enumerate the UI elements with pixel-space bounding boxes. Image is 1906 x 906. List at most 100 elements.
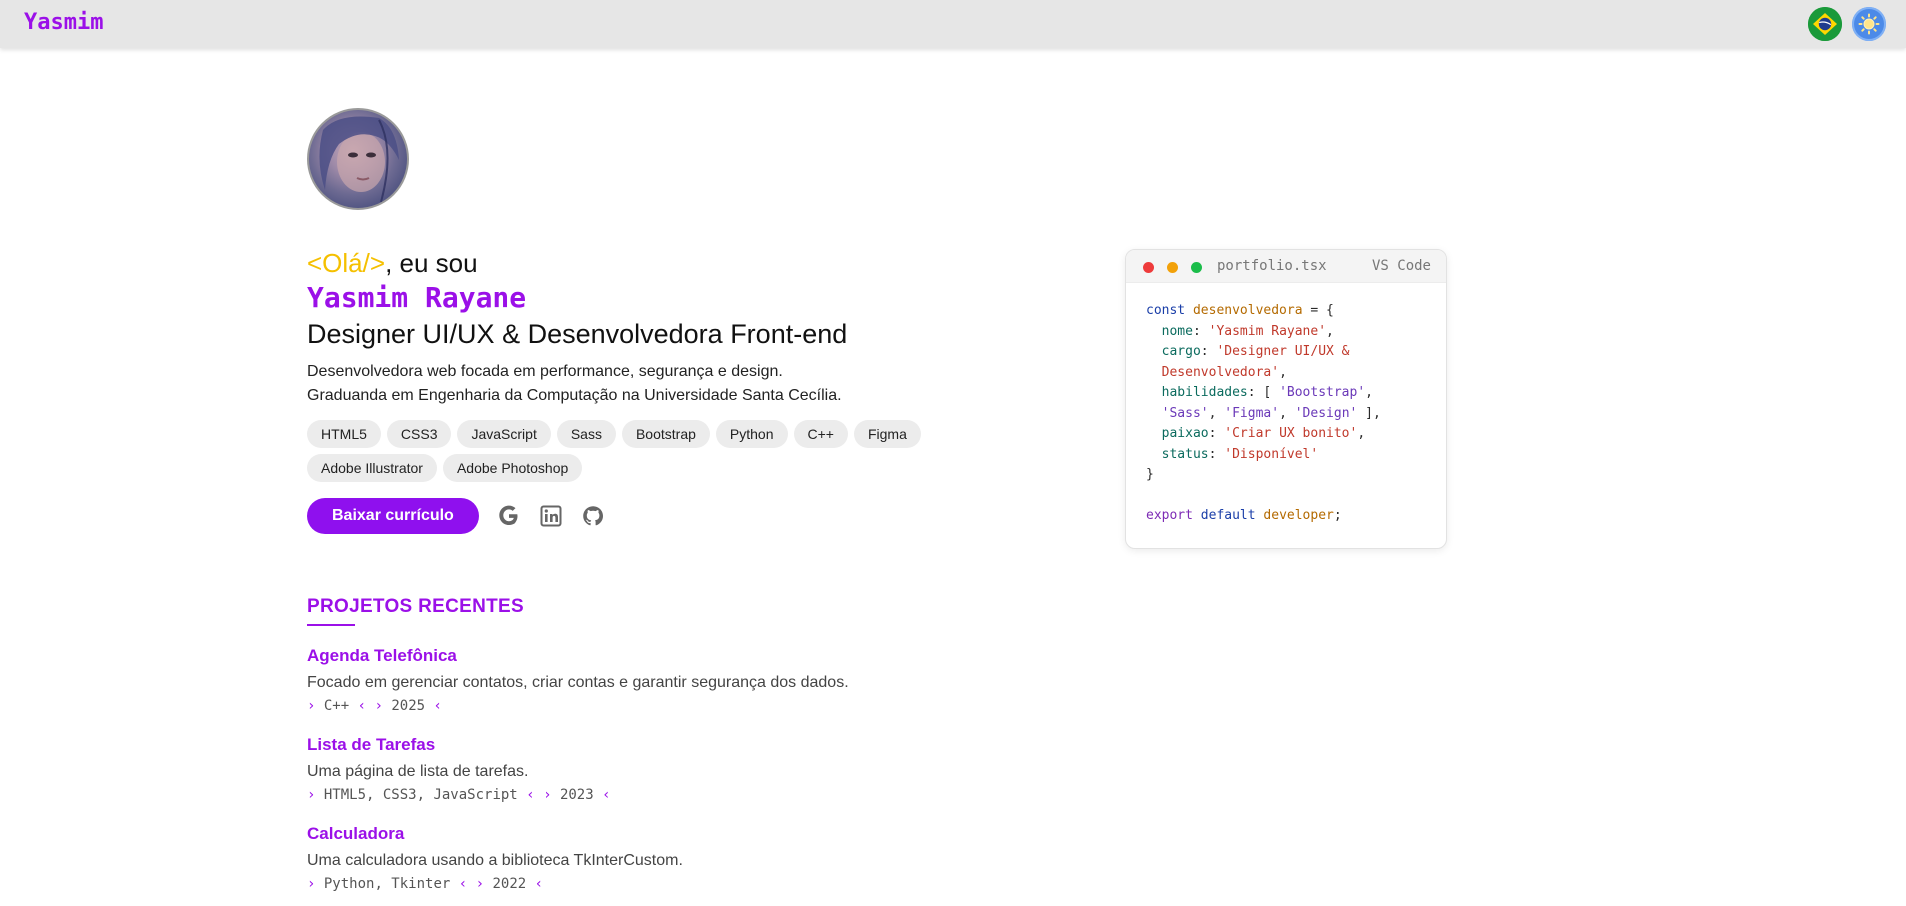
skills-list: HTML5 CSS3 JavaScript Sass Bootstrap Pyt… [307, 420, 947, 482]
skill-chip: Adobe Photoshop [442, 454, 583, 482]
code-token: developer [1263, 508, 1334, 523]
google-link[interactable] [497, 504, 521, 528]
window-minimize-dot [1167, 262, 1178, 273]
project-title-link[interactable]: Calculadora [307, 824, 1007, 844]
project-item: Calculadora Uma calculadora usando a bib… [307, 824, 1007, 893]
code-token: cargo [1161, 344, 1201, 359]
description-line: Desenvolvedora web focada em performance… [307, 363, 783, 380]
github-icon [583, 506, 603, 526]
skill-chip: CSS3 [386, 420, 452, 448]
hero-section: <Olá/>, eu sou Yasmim Rayane Designer UI… [307, 248, 1007, 408]
chevron-left-icon: ‹ [458, 876, 468, 892]
google-icon [499, 505, 518, 525]
code-token: 'Bootstrap' [1279, 385, 1366, 400]
greeting-line: <Olá/>, eu sou [307, 248, 1007, 278]
code-card-header: portfolio.tsx VS Code [1126, 250, 1446, 283]
sun-icon [1858, 13, 1880, 35]
theme-toggle-button[interactable] [1852, 7, 1886, 41]
project-tech: Python, Tkinter [323, 876, 451, 892]
code-file-name: portfolio.tsx [1217, 258, 1327, 274]
greeting-tag: <Olá/> [307, 248, 386, 278]
code-token: const [1146, 303, 1186, 318]
project-year: 2025 [391, 698, 426, 714]
skill-chip: Figma [853, 420, 921, 448]
hero-name: Yasmim Rayane [307, 281, 527, 314]
code-token: export [1146, 508, 1193, 523]
chevron-left-icon: ‹ [433, 698, 442, 714]
download-cv-button[interactable]: Baixar currículo [307, 498, 479, 534]
project-tech: C++ [323, 698, 350, 714]
projects-heading: PROJETOS RECENTES [307, 596, 524, 617]
skill-chip: JavaScript [457, 420, 551, 448]
chevron-right-icon: › [307, 876, 316, 892]
chevron-left-icon: ‹ [602, 787, 611, 803]
top-navbar: Yasmim [0, 0, 1906, 48]
linkedin-link[interactable] [539, 504, 563, 528]
chevron-left-icon: ‹ [534, 876, 544, 892]
project-description: Uma página de lista de tarefas. [307, 763, 529, 780]
projects-section: PROJETOS RECENTES Agenda Telefônica Foca… [307, 596, 1007, 893]
code-token: Desenvolvedora' [1161, 364, 1280, 380]
project-meta: › C++ ‹ › 2025 ‹ [307, 697, 1007, 715]
project-meta: › HTML5, CSS3, JavaScript ‹ › 2023 ‹ [307, 786, 1007, 804]
hero-description: Desenvolvedora web focada em performance… [307, 360, 1007, 408]
code-token: default [1200, 508, 1256, 523]
project-title-link[interactable]: Agenda Telefônica [307, 646, 1007, 666]
project-tech: HTML5, CSS3, JavaScript [323, 787, 518, 803]
brand-logo-link[interactable]: Yasmim [24, 10, 103, 35]
topbar-actions [1808, 7, 1886, 41]
greeting-text: , eu sou [385, 248, 478, 278]
skill-chip: Adobe Illustrator [307, 454, 437, 482]
brazil-flag-icon [1808, 7, 1842, 41]
github-link[interactable] [581, 504, 605, 528]
chevron-right-icon: › [307, 787, 316, 803]
chevron-right-icon: › [543, 787, 552, 803]
chevron-right-icon: › [374, 698, 383, 714]
code-token: 'Designer UI/UX & [1216, 344, 1350, 359]
chevron-right-icon: › [475, 876, 485, 892]
code-token: habilidades [1161, 385, 1248, 400]
code-token: desenvolvedora [1192, 303, 1303, 318]
project-meta: › Python, Tkinter ‹ › 2022 ‹ [307, 875, 1007, 893]
project-title-link[interactable]: Lista de Tarefas [307, 735, 1007, 755]
heading-underline [307, 624, 355, 626]
hero-role: Designer UI/UX & Desenvolvedora Front-en… [307, 319, 848, 349]
hero-actions: Baixar currículo [307, 498, 605, 534]
window-close-dot [1143, 262, 1154, 273]
project-item: Agenda Telefônica Focado em gerenciar co… [307, 646, 1007, 715]
code-token: 'Criar UX bonito' [1224, 426, 1358, 441]
code-snippet: const desenvolvedora = { nome: 'Yasmim R… [1146, 303, 1381, 523]
code-token: 'Disponível' [1224, 446, 1319, 462]
skill-chip: Python [715, 420, 788, 448]
project-item: Lista de Tarefas Uma página de lista de … [307, 735, 1007, 804]
code-token: paixao [1161, 426, 1209, 441]
code-token: 'Sass' [1161, 405, 1209, 421]
language-toggle-button[interactable] [1808, 7, 1842, 41]
chevron-left-icon: ‹ [526, 787, 535, 803]
code-token: ; [1333, 508, 1342, 523]
skill-chip: C++ [793, 420, 848, 448]
skill-chip: Bootstrap [621, 420, 710, 448]
skill-chip: Sass [556, 420, 616, 448]
code-token: } [1146, 467, 1154, 482]
project-description: Focado em gerenciar contatos, criar cont… [307, 674, 849, 691]
window-maximize-dot [1191, 262, 1202, 273]
project-description: Uma calculadora usando a biblioteca TkIn… [307, 852, 683, 869]
skill-chip: HTML5 [307, 420, 381, 448]
chevron-right-icon: › [307, 698, 316, 714]
code-token: 'Yasmim Rayane' [1208, 323, 1327, 339]
code-token: nome [1161, 323, 1193, 339]
description-line: Graduanda em Engenharia da Computação na… [307, 387, 842, 404]
chevron-left-icon: ‹ [357, 698, 367, 714]
project-year: 2023 [559, 787, 594, 803]
code-token: status [1161, 446, 1209, 462]
code-token: = { [1302, 303, 1334, 318]
code-editor-card: portfolio.tsx VS Code const desenvolvedo… [1125, 249, 1447, 549]
linkedin-icon [540, 505, 562, 527]
code-token: 'Design' [1294, 405, 1358, 421]
code-token: 'Figma' [1224, 405, 1280, 421]
project-year: 2022 [492, 876, 527, 892]
code-editor-name: VS Code [1371, 258, 1431, 274]
profile-avatar [307, 108, 409, 210]
profile-photo [319, 116, 399, 203]
